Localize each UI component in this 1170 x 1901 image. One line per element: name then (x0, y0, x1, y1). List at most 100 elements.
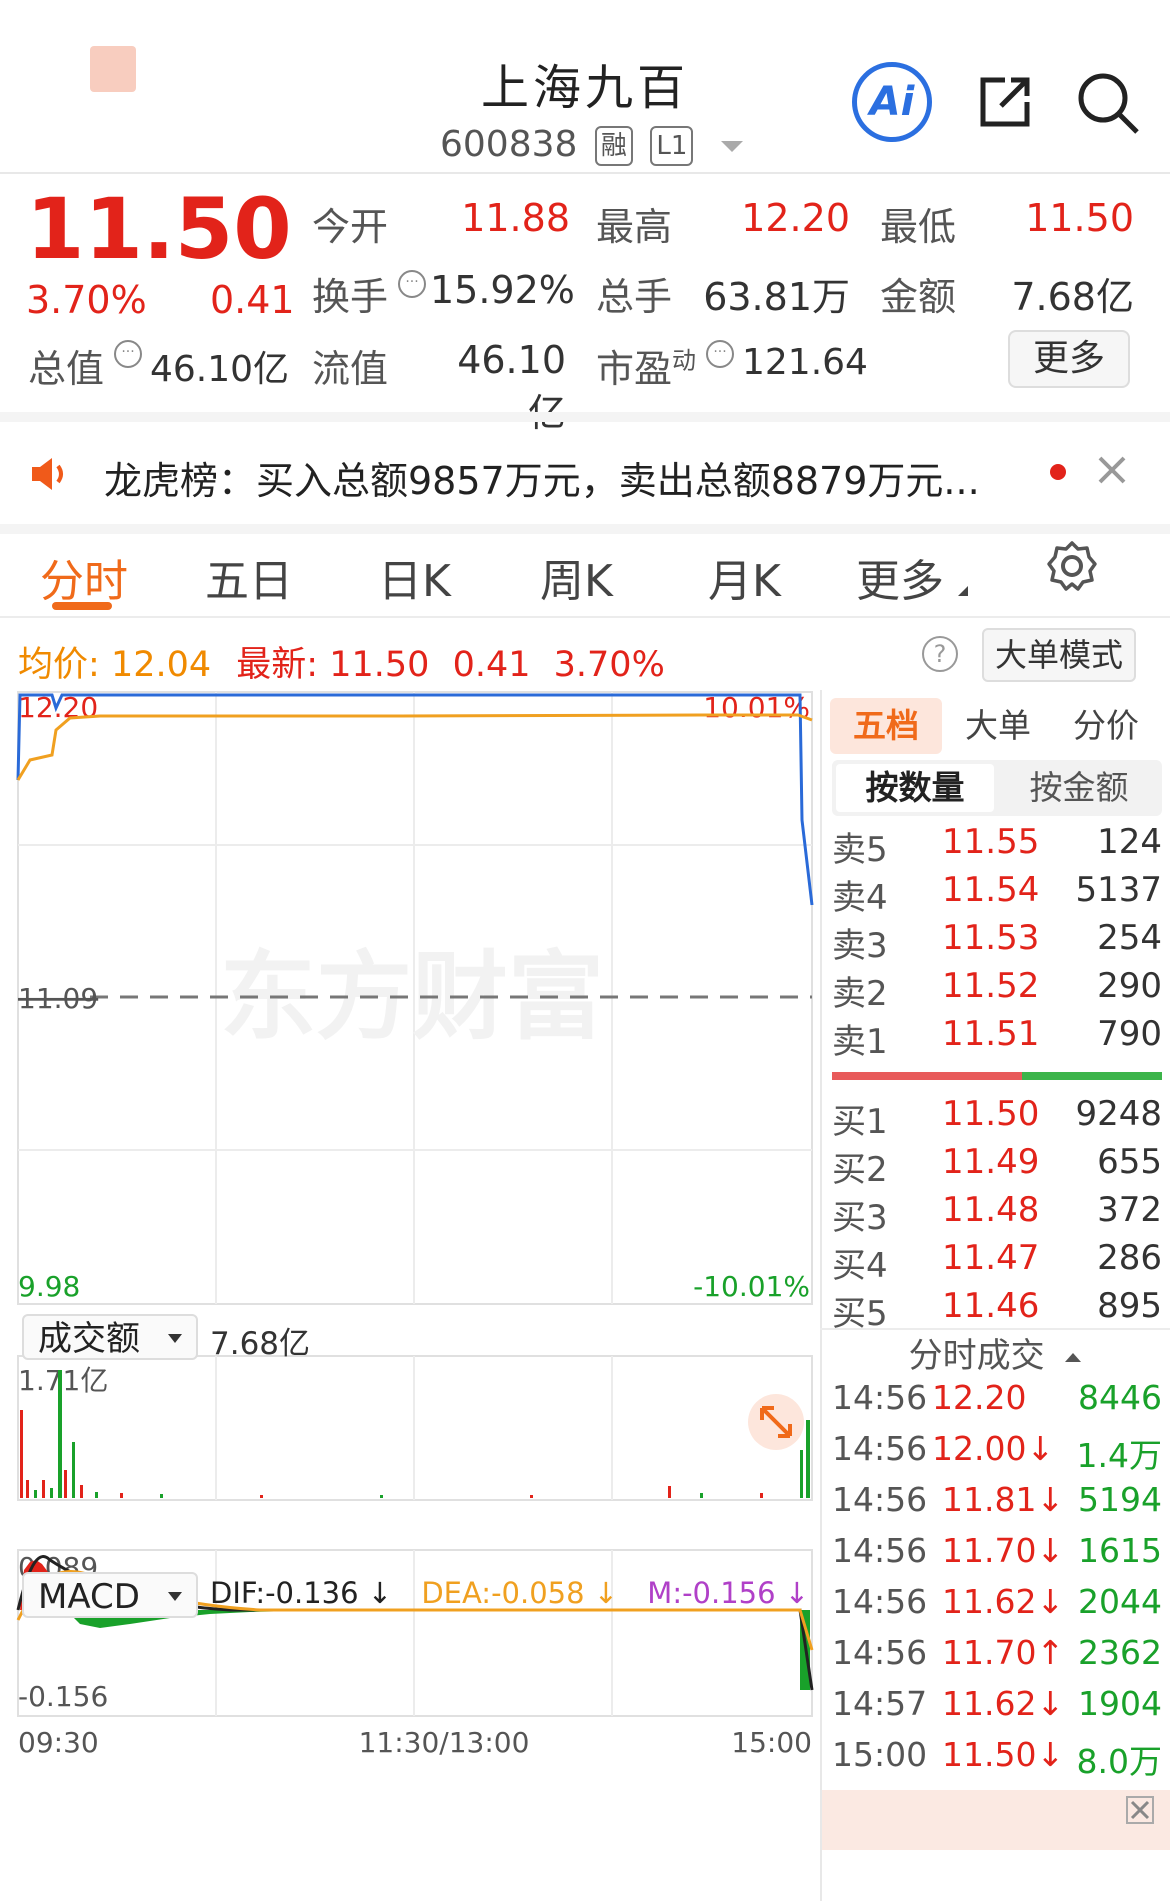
side-tab-wudang[interactable]: 五档 (830, 698, 942, 754)
trade-row: 15:00 11.50↓ 8.0万 (832, 1735, 1162, 1785)
bid-row-3[interactable]: 买3 11.48 372 (832, 1190, 1162, 1238)
ask-row-5[interactable]: 卖5 11.55 124 (832, 822, 1162, 870)
bid-row-4[interactable]: 买4 11.47 286 (832, 1238, 1162, 1286)
volume-max-label: 1.71亿 (18, 1364, 108, 1397)
ask-label: 卖5 (832, 830, 888, 870)
margin-tag: 融 (594, 126, 633, 166)
trade-row: 14:56 12.20 8446 (832, 1378, 1162, 1428)
bid-ask-ratio-bar (832, 1072, 1162, 1080)
settings-gear-icon[interactable] (1046, 540, 1098, 592)
ask-label: 卖3 (832, 926, 888, 966)
stock-code: 600838 (440, 124, 578, 165)
macd-min-label: -0.156 (18, 1680, 108, 1713)
volume-grid (215, 1356, 613, 1500)
more-button[interactable]: 更多 (1008, 330, 1130, 388)
intraday-chart[interactable]: 东方财富 11.09 12.20 10.01% 9.98 -10.01% 1.7… (0, 690, 820, 1901)
avg-value: 12.04 (110, 645, 212, 685)
ask-volume: 254 (1097, 918, 1162, 958)
triangle-up-icon (1065, 1353, 1082, 1362)
help-icon[interactable]: ? (922, 636, 958, 672)
info-icon[interactable]: ··· (114, 340, 142, 368)
turnover-value: 15.92% (430, 268, 575, 312)
book-subtab-amount[interactable]: 按金额 (1000, 764, 1158, 812)
trade-volume: 2362 (1078, 1633, 1162, 1672)
trades-header-label: 分时成交 (908, 1336, 1045, 1376)
ask-row-4[interactable]: 卖4 11.54 5137 (832, 870, 1162, 918)
share-icon[interactable] (975, 72, 1035, 132)
tab-day-k[interactable]: 日K (378, 545, 451, 609)
volume-value: 63.81万 (703, 275, 850, 319)
close-icon[interactable] (1126, 1796, 1154, 1824)
volume-selector[interactable]: 成交额 (22, 1314, 198, 1360)
ask-row-3[interactable]: 卖3 11.53 254 (832, 918, 1162, 966)
trades-header[interactable]: 分时成交 (820, 1328, 1170, 1376)
bid-price: 11.48 (942, 1190, 1040, 1230)
tab-month-k[interactable]: 月K (708, 545, 781, 609)
dea-value: DEA:-0.058 ↓ (421, 1576, 619, 1610)
tab-more-label: 更多 (856, 556, 944, 607)
ask-row-1[interactable]: 卖1 11.51 790 (832, 1014, 1162, 1062)
search-icon[interactable] (1075, 70, 1141, 136)
ask-price: 11.54 (942, 870, 1040, 910)
trade-price: 11.62↓ (942, 1582, 1065, 1621)
header-bar: 上海九百 600838 融 L1 Ai (0, 0, 1170, 174)
bid-price: 11.46 (942, 1286, 1040, 1326)
macd-grid (215, 1550, 613, 1716)
bid-volume: 655 (1097, 1142, 1162, 1182)
info-icon[interactable]: ··· (706, 340, 734, 368)
ask-volume: 790 (1097, 1014, 1162, 1054)
trade-volume: 1.4万 (1076, 1436, 1162, 1475)
trade-time: 14:56 (832, 1582, 928, 1621)
trade-row: 14:56 11.81↓ 5194 (832, 1480, 1162, 1530)
bid-row-5[interactable]: 买5 11.46 895 (832, 1286, 1162, 1334)
side-tab-price-dist[interactable]: 分价 (1056, 698, 1156, 754)
mktcap-value: 46.10亿 (150, 349, 290, 390)
last-price: 11.50 (26, 180, 292, 278)
ask-row-2[interactable]: 卖2 11.52 290 (832, 966, 1162, 1014)
open-value: 11.88 (461, 196, 570, 240)
dif-value: DIF:-0.136 ↓ (210, 1576, 393, 1610)
trade-time: 15:00 (832, 1735, 928, 1774)
ai-button[interactable]: Ai (852, 62, 932, 142)
close-icon[interactable] (1096, 454, 1128, 486)
promo-banner[interactable] (822, 1790, 1170, 1850)
macd-selector-label: MACD (38, 1577, 140, 1617)
m-value: M:-0.156 ↓ (647, 1576, 810, 1610)
info-icon[interactable]: ··· (398, 270, 426, 298)
ask-label: 卖2 (832, 974, 888, 1014)
tab-more[interactable]: 更多 (856, 545, 968, 609)
bid-row-2[interactable]: 买2 11.49 655 (832, 1142, 1162, 1190)
bid-volume: 286 (1097, 1238, 1162, 1278)
tab-five-day[interactable]: 五日 (205, 545, 293, 609)
big-order-mode-button[interactable]: 大单模式 (982, 628, 1136, 682)
trade-time: 14:57 (832, 1684, 928, 1723)
ask-price: 11.51 (942, 1014, 1040, 1054)
bid-price: 11.47 (942, 1238, 1040, 1278)
latest-change-pct: 3.70% (553, 645, 665, 685)
high-value: 12.20 (741, 196, 850, 240)
ask-price: 11.53 (942, 918, 1040, 958)
trade-volume: 2044 (1078, 1582, 1162, 1621)
bid-volume: 9248 (1075, 1094, 1162, 1134)
trade-price: 11.50↓ (942, 1735, 1065, 1774)
macd-values: DIF:-0.136 ↓ DEA:-0.058 ↓ M:-0.156 ↓ (210, 1576, 809, 1610)
dropdown-arrow-icon (168, 1592, 182, 1601)
notice-bar[interactable]: 龙虎榜：买入总额9857万元，卖出总额8879万元... (0, 412, 1170, 534)
latest-value: 11.50 (329, 645, 430, 685)
dropdown-arrow-icon (168, 1334, 182, 1343)
turnover-label: 换手 (312, 275, 389, 319)
volume-selector-label: 成交额 (38, 1319, 140, 1359)
trade-row: 14:56 12.00↓ 1.4万 (832, 1429, 1162, 1479)
trade-row: 14:57 11.62↓ 1904 (832, 1684, 1162, 1734)
book-subtab-bar: 按数量 按金额 (832, 760, 1162, 816)
trade-price: 11.70↓ (942, 1531, 1065, 1570)
tab-week-k[interactable]: 周K (540, 545, 613, 609)
book-subtab-quantity[interactable]: 按数量 (836, 764, 994, 812)
bid-row-1[interactable]: 买1 11.50 9248 (832, 1094, 1162, 1142)
macd-selector[interactable]: MACD (22, 1572, 198, 1618)
ask-price: 11.52 (942, 966, 1040, 1006)
tab-fenshi[interactable]: 分时 (40, 545, 128, 609)
time-end: 15:00 (731, 1726, 812, 1759)
chevron-down-icon[interactable] (720, 140, 743, 152)
side-tab-big-order[interactable]: 大单 (948, 698, 1048, 754)
